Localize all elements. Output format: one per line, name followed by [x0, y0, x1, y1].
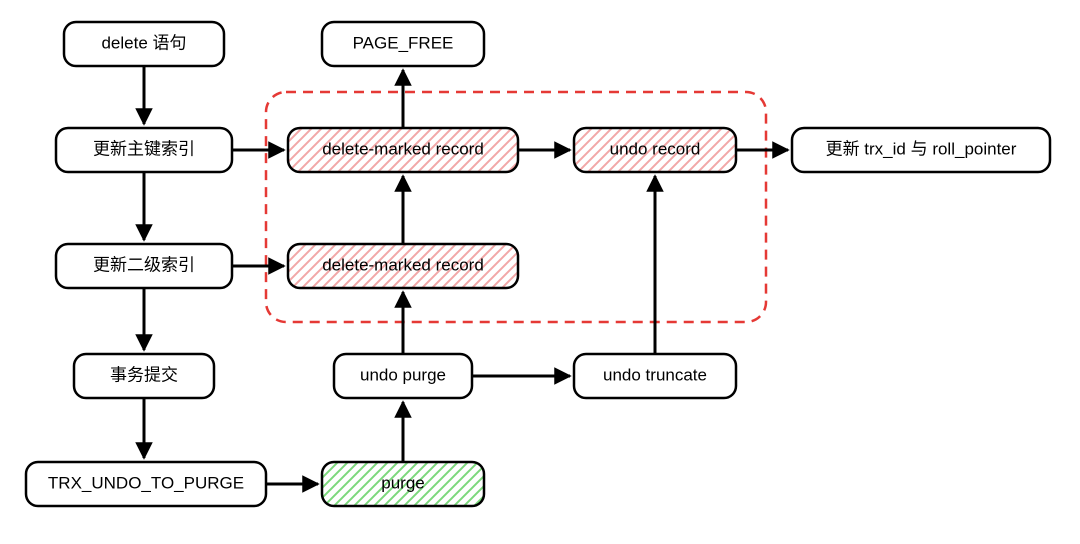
node-undo-truncate: undo truncate: [574, 354, 736, 398]
node-delete-stmt: delete 语句: [64, 22, 224, 66]
node-purge: purge: [322, 462, 484, 506]
label: PAGE_FREE: [353, 33, 454, 52]
label: delete-marked record: [322, 255, 484, 274]
node-page-free: PAGE_FREE: [322, 22, 484, 66]
label: 更新 trx_id 与 roll_pointer: [826, 139, 1017, 158]
node-update-sec: 更新二级索引: [56, 244, 232, 288]
label: 更新主键索引: [93, 139, 195, 158]
label: delete-marked record: [322, 139, 484, 158]
node-update-pk: 更新主键索引: [56, 128, 232, 172]
label: purge: [381, 473, 424, 492]
flow-diagram: delete 语句 更新主键索引 更新二级索引 事务提交 TRX_UNDO_TO…: [0, 0, 1080, 544]
node-dm-record-top: delete-marked record: [288, 128, 518, 172]
node-undo-record: undo record: [574, 128, 736, 172]
label: TRX_UNDO_TO_PURGE: [48, 473, 244, 492]
label: undo purge: [360, 365, 446, 384]
label: 事务提交: [110, 365, 178, 384]
label: undo record: [610, 139, 701, 158]
label: delete 语句: [101, 33, 186, 52]
label: undo truncate: [603, 365, 707, 384]
node-commit: 事务提交: [74, 354, 214, 398]
node-dm-record-bot: delete-marked record: [288, 244, 518, 288]
node-undo-purge: undo purge: [334, 354, 472, 398]
label: 更新二级索引: [93, 255, 195, 274]
node-trx-undo-to-purge: TRX_UNDO_TO_PURGE: [26, 462, 266, 506]
node-update-trx: 更新 trx_id 与 roll_pointer: [792, 128, 1050, 172]
